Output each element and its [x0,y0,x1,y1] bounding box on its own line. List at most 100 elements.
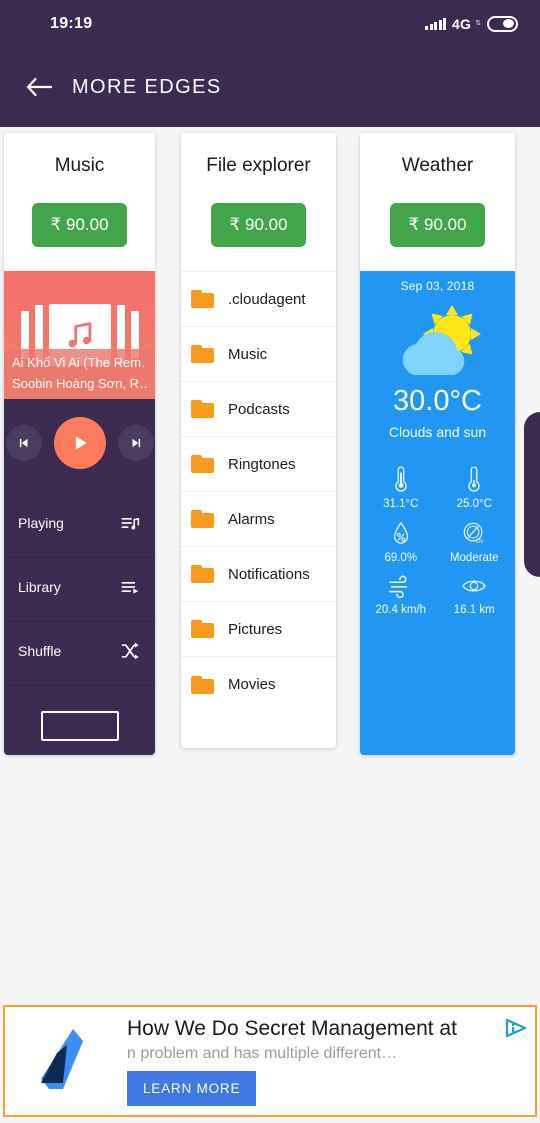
weather-detail-humidity: 69.0% [364,520,438,564]
folder-icon [191,675,214,694]
weather-card-header: Weather ₹ 90.00 [360,133,515,247]
music-card-title: Music [54,155,105,176]
track-meta: Ai Khổ Vi Ai (The Rem… Soobin Hoàng Sơn,… [4,349,155,399]
folder-icon [191,290,214,308]
card-music[interactable]: Music ₹ 90.00 Ai Khổ Vi Ai (The Rem… Soo… [4,133,155,755]
music-row-playing-label: Playing [18,514,64,531]
visibility-icon [461,574,487,598]
music-card-header: Music ₹ 90.00 [4,133,155,247]
card-file-explorer[interactable]: File explorer ₹ 90.00 .cloudagent Music … [181,133,336,748]
ad-headline: How We Do Secret Management at [127,1017,457,1041]
folder-name: Alarms [228,510,275,528]
weather-price-wrap: ₹ 90.00 [366,203,509,247]
weather-card-title: Weather [401,155,474,176]
learn-more-button[interactable]: LEARN MORE [127,1070,257,1106]
music-row-playing[interactable]: Playing [4,491,155,555]
weather-detail-visibility-value: 16.1 km [453,604,495,616]
uv-index-icon: UV [462,520,486,546]
folder-list: .cloudagent Music Podcasts Ringtones Ala… [181,271,336,712]
music-bottom-placeholder [40,711,119,741]
weather-price-button[interactable]: ₹ 90.00 [390,203,485,247]
app-root: 19:19 4G ⇅ MORE EDGES Music ₹ 90.00 Ai K… [0,0,540,1123]
next-card-peek[interactable] [524,412,540,577]
list-item[interactable]: Movies [181,657,336,712]
folder-name: Podcasts [228,400,290,418]
files-price-button[interactable]: ₹ 90.00 [211,203,306,247]
folder-icon [191,510,214,528]
music-row-library[interactable]: Library [4,555,155,619]
folder-icon [191,345,214,363]
music-price-wrap: ₹ 90.00 [10,203,149,247]
ad-banner[interactable]: How We Do Secret Management at n problem… [3,1005,537,1117]
playlist-play-icon [119,577,141,597]
weather-detail-wind: 20.4 km/h [364,574,438,616]
files-card-title: File explorer [206,155,311,176]
folder-icon [191,565,214,583]
weather-date: Sep 03, 2018 [400,279,475,293]
ad-body: How We Do Secret Management at n problem… [113,1016,527,1106]
svg-text:UV: UV [476,539,484,545]
folder-name: .cloudagent [228,290,306,308]
skip-previous-icon[interactable] [5,425,42,461]
weather-detail-uv: UV Moderate [438,520,512,564]
weather-detail-low-value: 25.0°C [456,498,492,510]
list-item[interactable]: Ringtones [181,437,336,492]
weather-description: Clouds and sun [388,424,487,440]
weather-detail-low: 25.0°C [438,466,512,510]
weather-detail-wind-value: 20.4 km/h [375,604,427,616]
adchoices-icon[interactable] [505,1018,527,1038]
folder-name: Notifications [228,565,310,583]
music-player: Playing Library Shuffle [4,399,155,755]
list-item[interactable]: Podcasts [181,382,336,437]
edge-cards-deck: Music ₹ 90.00 Ai Khổ Vi Ai (The Rem… Soo… [0,127,540,767]
list-item[interactable]: .cloudagent [181,272,336,327]
ad-subtext: n problem and has multiple different… [127,1044,398,1062]
folder-name: Ringtones [228,455,296,473]
card-weather[interactable]: Weather ₹ 90.00 Sep 03, 2018 30.0°C Clou… [360,133,515,755]
player-controls [4,399,155,491]
folder-name: Pictures [228,620,283,638]
network-type-label: 4G [452,15,472,32]
weather-temperature: 30.0°C [393,385,482,417]
track-artist: Soobin Hoàng Sơn, R… [12,376,147,391]
thermometer-low-icon [463,466,485,492]
status-icons: 4G ⇅ [425,15,518,32]
track-title: Ai Khổ Vi Ai (The Rem… [12,355,147,370]
weather-detail-uv-value: Moderate [449,552,499,564]
signal-bars-icon [425,17,447,30]
play-icon[interactable] [53,417,106,469]
back-arrow-icon[interactable] [22,70,56,104]
thermometer-high-icon [390,466,412,492]
list-item[interactable]: Music [181,327,336,382]
weather-detail-high-value: 31.1°C [383,498,419,510]
folder-icon [191,400,214,418]
humidity-icon [390,520,412,546]
weather-panel: Sep 03, 2018 30.0°C Clouds and sun 31.1°… [360,271,515,755]
music-price-button[interactable]: ₹ 90.00 [32,203,127,247]
weather-details-grid: 31.1°C 25.0°C 69.0% UV Moderate 20.4 km/… [360,466,515,626]
advertiser-logo-icon [15,1013,113,1109]
shuffle-icon [119,641,141,661]
list-item[interactable]: Alarms [181,492,336,547]
folder-icon [191,455,214,473]
weather-detail-humidity-value: 69.0% [384,552,418,564]
weather-detail-visibility: 16.1 km [438,574,512,616]
folder-icon [191,620,214,638]
battery-icon [487,15,518,32]
list-item[interactable]: Pictures [181,602,336,657]
cloud-sun-icon [360,303,515,381]
queue-music-icon [119,513,141,533]
network-arrows-icon: ⇅ [475,20,481,27]
folder-name: Movies [228,676,276,693]
wind-icon [388,574,414,598]
files-price-wrap: ₹ 90.00 [187,203,330,247]
skip-next-icon[interactable] [117,425,154,461]
list-item[interactable]: Notifications [181,547,336,602]
album-art: Ai Khổ Vi Ai (The Rem… Soobin Hoàng Sơn,… [4,271,155,399]
music-row-shuffle[interactable]: Shuffle [4,619,155,683]
app-bar: MORE EDGES [0,47,540,127]
folder-name: Music [228,345,268,363]
page-title: MORE EDGES [72,75,222,98]
files-card-header: File explorer ₹ 90.00 [181,133,336,247]
music-row-library-label: Library [18,578,61,595]
